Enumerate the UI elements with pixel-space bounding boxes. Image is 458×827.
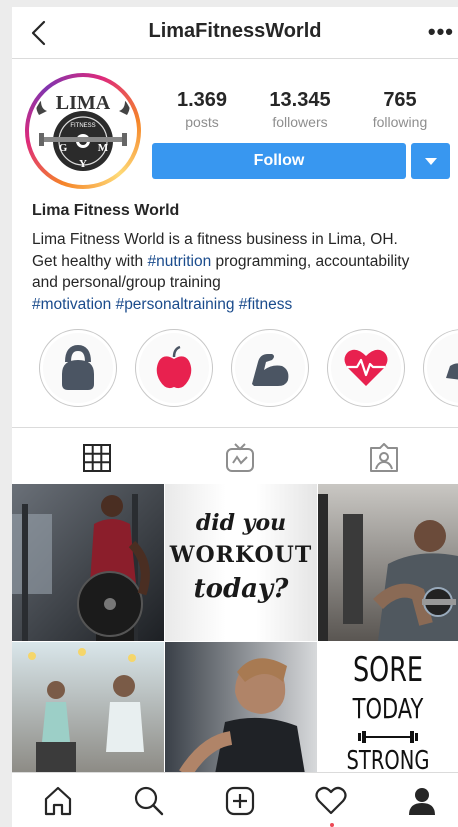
bio-line-2: Get healthy with #nutrition programming,… [32, 251, 452, 273]
post-grid: did you WORKOUT today? SORE TODAY STRONG [12, 484, 458, 774]
home-icon[interactable] [42, 785, 74, 817]
flexed-bicep-icon [235, 333, 305, 403]
stat-followers-value: 13.345 [269, 89, 331, 111]
avatar: LIMA FITNESS G M Y [29, 77, 137, 185]
post-thumbnail-quote[interactable]: did you WORKOUT today? [165, 484, 317, 641]
quote-line-1: SORE [352, 650, 424, 690]
igtv-icon[interactable] [225, 443, 255, 473]
partial-highlight-icon [427, 333, 458, 403]
add-post-icon[interactable] [224, 785, 256, 817]
search-icon[interactable] [133, 785, 165, 817]
profile-display-name: Lima Fitness World [32, 202, 180, 219]
tagged-icon[interactable] [369, 443, 399, 473]
top-bar: LimaFitnessWorld ••• [12, 7, 458, 59]
stat-posts-value: 1.369 [176, 89, 228, 111]
bio-hashtags[interactable]: #motivation #personaltraining #fitness [32, 294, 452, 316]
apple-icon [139, 333, 209, 403]
follow-button[interactable]: Follow [152, 143, 406, 179]
quote-line-2: TODAY [352, 692, 424, 725]
avatar-logo-ring: FITNESS [70, 123, 95, 129]
profile-bio: Lima Fitness World is a fitness business… [32, 229, 452, 315]
stat-following-value: 765 [383, 89, 417, 111]
grid-icon[interactable] [82, 443, 112, 473]
quote-line-3: today? [193, 574, 289, 604]
post-thumbnail[interactable] [12, 484, 164, 641]
stat-following-label: following [372, 114, 428, 130]
heart-icon[interactable] [315, 785, 347, 817]
avatar-logo-lima: LIMA [56, 92, 111, 114]
profile-tab-bar [12, 427, 458, 483]
stat-posts-label: posts [185, 114, 219, 130]
heart-rate-icon [331, 333, 401, 403]
dumbbell-icon [358, 730, 418, 744]
bio-line-1: Lima Fitness World is a fitness business… [32, 231, 398, 248]
stat-followers-label: followers [272, 114, 328, 130]
bio-text: Get healthy with [32, 252, 148, 270]
kettlebell-icon [43, 333, 113, 403]
quote-line-1: did you [195, 510, 287, 536]
avatar-logo-m: M [98, 142, 109, 154]
highlight-partial[interactable] [423, 329, 458, 407]
phone-screen: LimaFitnessWorld ••• LIMA FITNESS G M Y … [12, 7, 458, 827]
avatar-logo-y: Y [79, 158, 87, 170]
post-thumbnail[interactable] [12, 642, 164, 774]
post-thumbnail[interactable] [165, 642, 317, 774]
post-thumbnail[interactable] [318, 484, 458, 641]
profile-username-title: LimaFitnessWorld [148, 20, 322, 42]
highlight-bicep[interactable] [231, 329, 309, 407]
hashtag-link[interactable]: #nutrition [147, 253, 211, 270]
highlight-kettlebell[interactable] [39, 329, 117, 407]
bottom-navigation [12, 772, 458, 827]
highlight-heart-rate[interactable] [327, 329, 405, 407]
avatar-story-ring[interactable]: LIMA FITNESS G M Y [25, 73, 141, 189]
activity-notification-dot [330, 823, 334, 827]
quote-line-3: STRONG [346, 746, 430, 774]
stat-following[interactable]: 765 following [355, 89, 445, 130]
bio-line-3: and personal/group training [32, 274, 221, 291]
more-options-icon[interactable]: ••• [428, 19, 454, 45]
post-thumbnail-quote[interactable]: SORE TODAY STRONG [318, 642, 458, 774]
highlight-apple[interactable] [135, 329, 213, 407]
stat-followers[interactable]: 13.345 followers [255, 89, 345, 130]
stat-posts[interactable]: 1.369 posts [157, 89, 247, 130]
profile-icon[interactable] [406, 785, 438, 817]
avatar-logo-g: G [59, 142, 68, 154]
quote-line-2: WORKOUT [169, 542, 313, 568]
bio-text: programming, accountability [211, 252, 410, 270]
suggested-accounts-dropdown-button[interactable] [411, 143, 450, 179]
